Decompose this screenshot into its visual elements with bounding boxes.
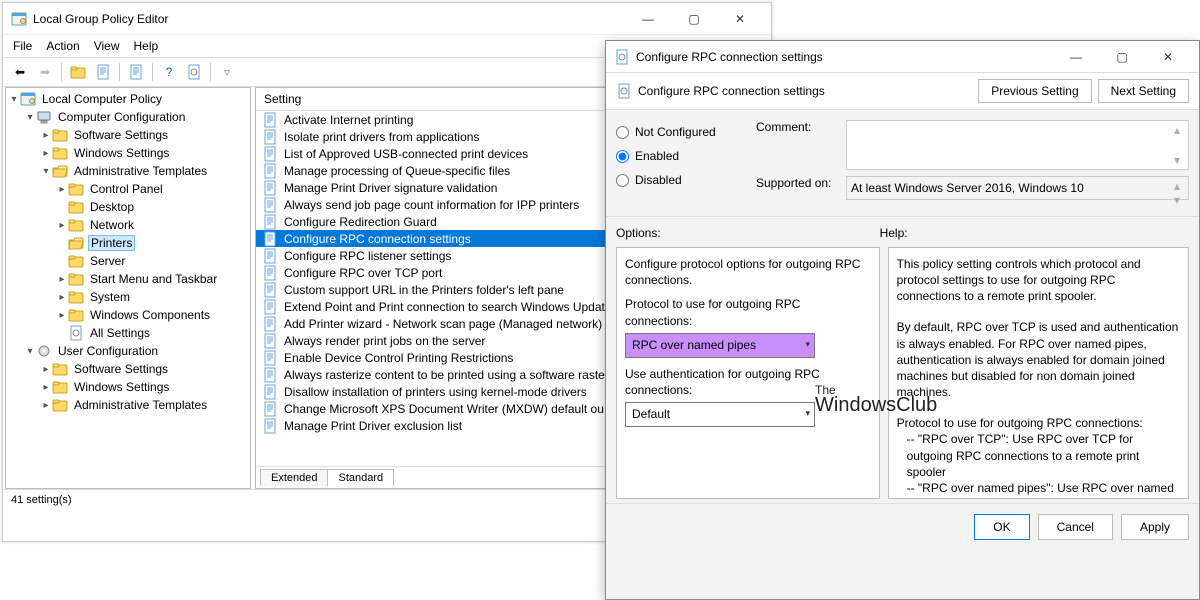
toolbar-btn-2[interactable] xyxy=(92,61,114,83)
gpedit-titlebar: Local Group Policy Editor — ▢ ✕ xyxy=(3,3,771,35)
apply-button[interactable]: Apply xyxy=(1121,514,1189,540)
dialog-icon xyxy=(614,49,630,65)
dialog-maximize[interactable]: ▢ xyxy=(1099,43,1145,71)
tab-standard[interactable]: Standard xyxy=(327,469,394,486)
maximize-button[interactable]: ▢ xyxy=(671,5,717,33)
supported-field: At least Windows Server 2016, Windows 10… xyxy=(846,176,1189,200)
menu-file[interactable]: File xyxy=(13,39,32,53)
dialog-buttons: OK Cancel Apply xyxy=(606,503,1199,550)
help-panel[interactable]: This policy setting controls which proto… xyxy=(888,247,1189,499)
radio-disabled[interactable]: Disabled xyxy=(616,168,736,192)
tree-computer-config[interactable]: ▾Computer Configuration xyxy=(8,108,248,126)
toolbar-btn-1[interactable] xyxy=(67,61,89,83)
help-label: Help: xyxy=(880,223,1189,243)
tree-windows-settings[interactable]: ▸Windows Settings xyxy=(8,144,248,162)
menu-help[interactable]: Help xyxy=(134,39,159,53)
minimize-button[interactable]: — xyxy=(625,5,671,33)
subbar-icon xyxy=(616,83,632,99)
radio-group: Not Configured Enabled Disabled xyxy=(616,120,736,206)
protocol-label: Protocol to use for outgoing RPC connect… xyxy=(625,296,871,328)
tree-admin-templates[interactable]: ▾Administrative Templates xyxy=(8,162,248,180)
next-setting-button[interactable]: Next Setting xyxy=(1098,79,1189,103)
dialog-subtitle: Configure RPC connection settings xyxy=(638,84,972,98)
app-icon xyxy=(11,11,27,27)
radio-enabled[interactable]: Enabled xyxy=(616,144,736,168)
meta-area: Comment: ▴▾ Supported on: At least Windo… xyxy=(756,120,1189,206)
tree-root[interactable]: ▾Local Computer Policy xyxy=(8,90,248,108)
tree-user-software[interactable]: ▸Software Settings xyxy=(8,360,248,378)
tree-server[interactable]: Server xyxy=(8,252,248,270)
comment-label: Comment: xyxy=(756,120,846,134)
supported-label: Supported on: xyxy=(756,176,846,190)
options-desc: Configure protocol options for outgoing … xyxy=(625,256,871,288)
policy-dialog: Configure RPC connection settings — ▢ ✕ … xyxy=(605,40,1200,600)
tree-control-panel[interactable]: ▸Control Panel xyxy=(8,180,248,198)
tree-desktop[interactable]: Desktop xyxy=(8,198,248,216)
options-label: Options: xyxy=(616,223,880,243)
tree-printers[interactable]: Printers xyxy=(8,234,248,252)
dialog-minimize[interactable]: — xyxy=(1053,43,1099,71)
forward-button[interactable]: ➡ xyxy=(34,61,56,83)
radio-not-configured[interactable]: Not Configured xyxy=(616,120,736,144)
toolbar-btn-3[interactable] xyxy=(125,61,147,83)
tree-network[interactable]: ▸Network xyxy=(8,216,248,234)
tree-all-settings[interactable]: All Settings xyxy=(8,324,248,342)
auth-combo[interactable]: Default▾ xyxy=(625,402,815,427)
dialog-titlebar: Configure RPC connection settings — ▢ ✕ xyxy=(606,41,1199,73)
previous-setting-button[interactable]: Previous Setting xyxy=(978,79,1091,103)
cancel-button[interactable]: Cancel xyxy=(1038,514,1113,540)
dialog-title: Configure RPC connection settings xyxy=(636,50,1053,64)
toolbar-btn-4[interactable] xyxy=(183,61,205,83)
menu-view[interactable]: View xyxy=(94,39,120,53)
tree-user-windows[interactable]: ▸Windows Settings xyxy=(8,378,248,396)
chevron-down-icon: ▾ xyxy=(805,338,810,350)
help-button[interactable]: ? xyxy=(158,61,180,83)
options-panel: Configure protocol options for outgoing … xyxy=(616,247,880,499)
tree-software-settings[interactable]: ▸Software Settings xyxy=(8,126,248,144)
close-button[interactable]: ✕ xyxy=(717,5,763,33)
dialog-close[interactable]: ✕ xyxy=(1145,43,1191,71)
comment-field[interactable]: ▴▾ xyxy=(846,120,1189,170)
tree-windows-components[interactable]: ▸Windows Components xyxy=(8,306,248,324)
tree-user-config[interactable]: ▾User Configuration xyxy=(8,342,248,360)
back-button[interactable]: ⬅ xyxy=(9,61,31,83)
filter-button[interactable]: ▿ xyxy=(216,61,238,83)
tree-start-menu[interactable]: ▸Start Menu and Taskbar xyxy=(8,270,248,288)
dialog-subbar: Configure RPC connection settings Previo… xyxy=(606,73,1199,110)
tree-pane[interactable]: ▾Local Computer Policy ▾Computer Configu… xyxy=(5,87,251,489)
gpedit-title: Local Group Policy Editor xyxy=(33,12,625,26)
tree-system[interactable]: ▸System xyxy=(8,288,248,306)
dialog-top: Not Configured Enabled Disabled Comment:… xyxy=(606,110,1199,217)
tree-user-admin[interactable]: ▸Administrative Templates xyxy=(8,396,248,414)
protocol-combo[interactable]: RPC over named pipes▾ xyxy=(625,333,815,358)
ok-button[interactable]: OK xyxy=(974,514,1029,540)
chevron-down-icon: ▾ xyxy=(805,407,810,419)
tab-extended[interactable]: Extended xyxy=(260,469,328,486)
menu-action[interactable]: Action xyxy=(46,39,79,53)
auth-label: Use authentication for outgoing RPC conn… xyxy=(625,366,871,398)
